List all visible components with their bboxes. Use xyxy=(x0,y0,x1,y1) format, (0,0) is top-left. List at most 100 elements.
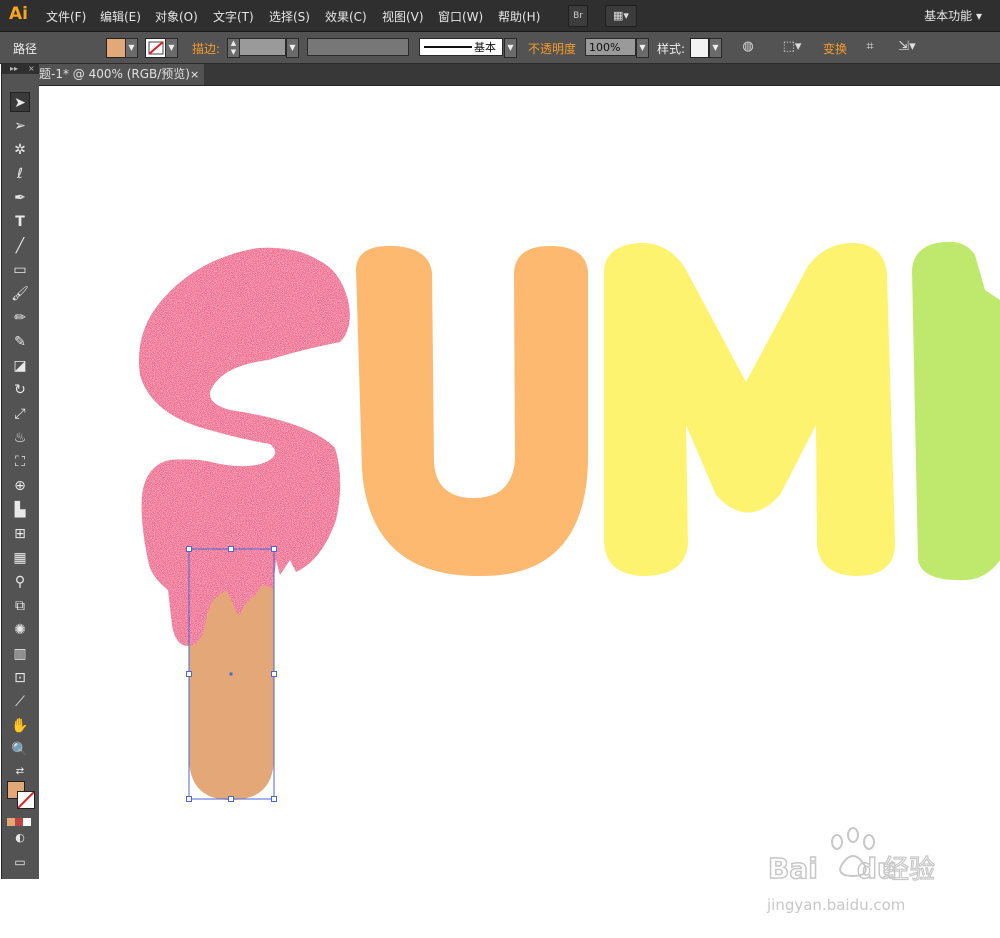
fill-dropdown-arrow[interactable]: ▼ xyxy=(125,38,138,58)
eraser-tool-icon[interactable]: ◪ xyxy=(10,356,30,376)
letter-s-pink[interactable] xyxy=(138,247,350,646)
blend-tool-icon[interactable]: ⧉ xyxy=(10,596,30,616)
zoom-tool-icon[interactable]: 🔍 xyxy=(10,740,30,760)
transform-label[interactable]: 变换 xyxy=(823,40,847,57)
paintbrush-tool-icon[interactable]: 🖌 xyxy=(10,284,30,304)
artboard-tool-icon[interactable]: ⊡ xyxy=(10,668,30,688)
menu-edit[interactable]: 编辑(E) xyxy=(100,8,141,25)
letter-m-green[interactable] xyxy=(912,241,1000,581)
menu-select[interactable]: 选择(S) xyxy=(269,8,310,25)
control-bar: 路径 ▼ ▼ 描边: ▲ ▼ ▼ 基本 ▼ 不透明度 100% ▼ 样式: ▼ ◍… xyxy=(0,32,1000,64)
style-label: 样式: xyxy=(657,42,686,56)
bbox-handle xyxy=(228,546,234,552)
graphic-style-swatch[interactable] xyxy=(690,38,709,58)
scale-tool-icon[interactable]: ⤢ xyxy=(10,404,30,424)
column-graph-tool-icon[interactable]: ▥ xyxy=(10,644,30,664)
rotate-tool-icon[interactable]: ↻ xyxy=(10,380,30,400)
align-options-icon[interactable]: ⬚▾ xyxy=(779,39,805,55)
stroke-weight-input[interactable] xyxy=(239,38,286,56)
mesh-tool-icon[interactable]: ⊞ xyxy=(10,524,30,544)
color-mode-buttons[interactable] xyxy=(7,815,33,826)
selection-tool-icon[interactable]: ➤ xyxy=(10,92,30,112)
bbox-handle xyxy=(186,671,192,677)
magic-wand-tool-icon[interactable]: ✲ xyxy=(10,140,30,160)
pencil-tool-icon[interactable]: ✏ xyxy=(10,308,30,328)
letter-m-yellow[interactable] xyxy=(604,242,896,576)
artboard-canvas[interactable] xyxy=(39,86,1000,938)
opacity-input[interactable]: 100% xyxy=(585,38,636,56)
variable-width-profile[interactable] xyxy=(307,38,409,56)
stroke-weight-dropdown[interactable]: ▼ xyxy=(286,38,299,58)
app-logo: Ai xyxy=(9,4,28,24)
menu-effect[interactable]: 效果(C) xyxy=(325,8,367,25)
screen-mode-icon[interactable]: ▭ xyxy=(10,852,30,872)
watermark-cn: 经验 xyxy=(883,855,935,885)
symbol-sprayer-tool-icon[interactable]: ✺ xyxy=(10,620,30,640)
stroke-label[interactable]: 描边: xyxy=(192,40,220,57)
graphic-style-dropdown[interactable]: ▼ xyxy=(709,38,722,58)
close-tab-icon[interactable]: × xyxy=(190,64,199,85)
slice-tool-icon[interactable]: ⟋ xyxy=(10,692,30,712)
swap-fill-stroke-icon[interactable]: ⇄ xyxy=(10,762,30,782)
bbox-center-point xyxy=(229,672,233,676)
bbox-handle xyxy=(271,671,277,677)
perspective-grid-tool-icon[interactable]: ▙ xyxy=(10,500,30,520)
hand-tool-icon[interactable]: ✋ xyxy=(10,716,30,736)
no-stroke-icon xyxy=(17,791,35,809)
blob-brush-tool-icon[interactable]: ✎ xyxy=(10,332,30,352)
eyedropper-tool-icon[interactable]: ⚲ xyxy=(10,572,30,592)
rectangle-tool-icon[interactable]: ▭ xyxy=(10,260,30,280)
collapse-icon[interactable]: ▸▸ xyxy=(10,64,18,74)
menu-object[interactable]: 对象(O) xyxy=(155,8,198,25)
watermark-url: jingyan.baidu.com xyxy=(766,896,905,914)
recolor-artwork-icon[interactable]: ◍ xyxy=(740,39,756,55)
direct-selection-tool-icon[interactable]: ➢ xyxy=(10,116,30,136)
brush-line-icon xyxy=(424,46,472,48)
document-tab[interactable]: 题-1* @ 400% (RGB/预览) × xyxy=(39,64,204,85)
warp-tool-icon[interactable]: ♨ xyxy=(10,428,30,448)
letter-u-orange[interactable] xyxy=(356,245,588,577)
menu-window[interactable]: 窗口(W) xyxy=(438,8,483,25)
stroke-dropdown-arrow[interactable]: ▼ xyxy=(165,38,178,58)
baidu-paw-logo: Bai du 经验 jingyan.baidu.com xyxy=(766,827,936,914)
watermark-brand: Bai xyxy=(768,852,818,885)
artwork xyxy=(138,241,1000,802)
menu-help[interactable]: 帮助(H) xyxy=(498,8,540,25)
lasso-tool-icon[interactable]: ℓ xyxy=(10,164,30,184)
stroke-swatch[interactable] xyxy=(145,38,167,58)
toolbox-panel: ▸▸ × ➤ ➢ ✲ ℓ ✒ T ╱ ▭ 🖌 ✏ ✎ ◪ ↻ ⤢ ♨ ⛶ ⊕ ▙… xyxy=(1,64,40,879)
panel-menu-icon[interactable]: ⇲▾ xyxy=(892,39,922,55)
stroke-color-box[interactable] xyxy=(17,791,35,809)
baidu-watermark: Bai du 经验 jingyan.baidu.com xyxy=(765,826,965,916)
opacity-dropdown[interactable]: ▼ xyxy=(636,38,649,58)
toolbox-header[interactable]: ▸▸ × xyxy=(2,64,39,74)
shape-builder-tool-icon[interactable]: ⊕ xyxy=(10,476,30,496)
pen-tool-icon[interactable]: ✒ xyxy=(10,188,30,208)
bridge-button[interactable]: Br xyxy=(568,5,588,27)
menu-type[interactable]: 文字(T) xyxy=(213,8,254,25)
menu-bar: Ai 文件(F) 编辑(E) 对象(O) 文字(T) 选择(S) 效果(C) 视… xyxy=(0,0,1000,32)
bbox-handle xyxy=(271,546,277,552)
gradient-tool-icon[interactable]: ▦ xyxy=(10,548,30,568)
workspace-switcher[interactable]: 基本功能 ▾ xyxy=(924,7,982,24)
close-icon[interactable]: × xyxy=(28,64,35,74)
type-tool-icon[interactable]: T xyxy=(10,212,30,232)
drawing-mode-icon[interactable]: ◐ xyxy=(10,828,30,848)
menu-file[interactable]: 文件(F) xyxy=(46,8,86,25)
menu-view[interactable]: 视图(V) xyxy=(382,8,424,25)
brush-style-label: 基本 xyxy=(474,41,496,54)
opacity-label[interactable]: 不透明度 xyxy=(528,40,576,57)
brush-definition-field[interactable]: 基本 xyxy=(419,38,503,56)
canvas-left-gutter xyxy=(0,879,40,938)
no-stroke-icon xyxy=(148,41,164,55)
bbox-handle xyxy=(186,546,192,552)
brush-dropdown[interactable]: ▼ xyxy=(504,38,517,58)
line-tool-icon[interactable]: ╱ xyxy=(10,236,30,256)
arrange-documents-button[interactable]: ▦▾ xyxy=(605,5,637,27)
free-transform-tool-icon[interactable]: ⛶ xyxy=(10,452,30,472)
bbox-handle xyxy=(271,796,277,802)
bbox-handle xyxy=(186,796,192,802)
isolate-selection-icon[interactable]: ⌗ xyxy=(862,39,878,55)
document-tab-title: 题-1* @ 400% (RGB/预览) xyxy=(39,67,190,81)
object-type-label: 路径 xyxy=(13,42,38,56)
